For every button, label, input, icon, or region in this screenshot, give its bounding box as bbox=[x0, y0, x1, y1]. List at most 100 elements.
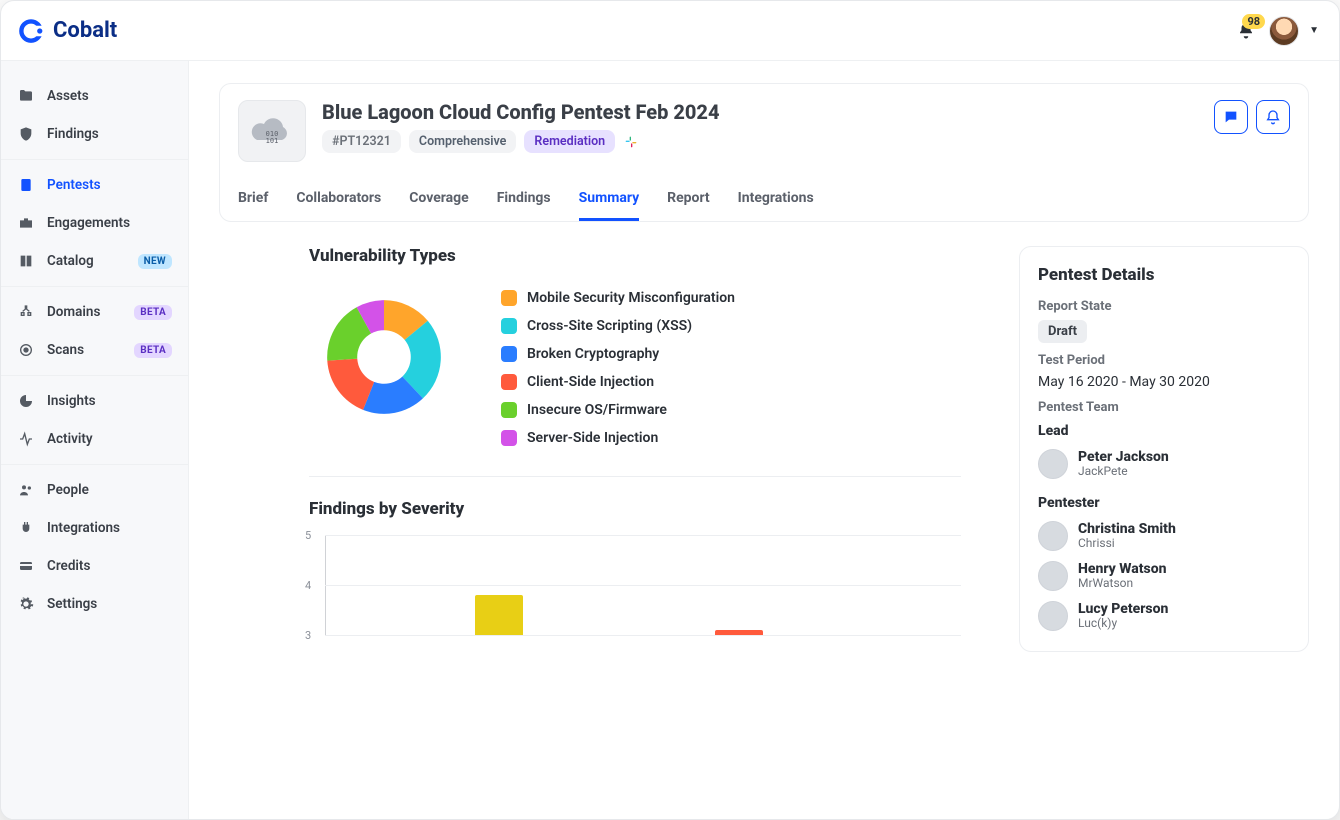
team-lead[interactable]: Peter Jackson JackPete bbox=[1038, 449, 1290, 479]
pentest-tabs: Brief Collaborators Coverage Findings Su… bbox=[238, 180, 1290, 221]
briefcase-icon bbox=[17, 214, 35, 232]
sidebar-item-label: Credits bbox=[47, 558, 90, 574]
label-test-period: Test Period bbox=[1038, 353, 1290, 368]
team-pentester[interactable]: Christina SmithChrissi bbox=[1038, 521, 1290, 551]
tab-coverage[interactable]: Coverage bbox=[409, 180, 468, 221]
user-avatar[interactable] bbox=[1269, 16, 1299, 46]
chevron-down-icon[interactable]: ▼ bbox=[1309, 25, 1319, 36]
gear-icon bbox=[17, 595, 35, 613]
slack-icon[interactable] bbox=[623, 134, 639, 150]
tab-label: Brief bbox=[238, 190, 268, 206]
tag-comprehensive: Comprehensive bbox=[409, 130, 517, 153]
pentest-details-card: Pentest Details Report State Draft Test … bbox=[1019, 246, 1309, 652]
sidebar-item-engagements[interactable]: Engagements bbox=[1, 204, 188, 242]
brand-text: Cobalt bbox=[53, 18, 117, 43]
person-handle: Chrissi bbox=[1078, 537, 1176, 551]
tab-label: Collaborators bbox=[296, 190, 381, 206]
donut-legend: Mobile Security Misconfiguration Cross-Si… bbox=[501, 282, 735, 446]
section-title-vulnerability-types: Vulnerability Types bbox=[309, 246, 961, 266]
sidebar-item-pentests[interactable]: Pentests bbox=[1, 166, 188, 204]
notifications-button[interactable]: 98 bbox=[1237, 22, 1255, 40]
sidebar-item-assets[interactable]: Assets bbox=[1, 77, 188, 115]
pentest-header-card: 010101 Blue Lagoon Cloud Config Pentest … bbox=[219, 83, 1309, 222]
tab-report[interactable]: Report bbox=[667, 180, 710, 221]
badge-beta: BETA bbox=[134, 343, 172, 358]
legend-item: Mobile Security Misconfiguration bbox=[501, 290, 735, 306]
sidebar-item-label: Catalog bbox=[47, 253, 94, 269]
tab-integrations[interactable]: Integrations bbox=[738, 180, 814, 221]
legend-swatch bbox=[501, 374, 517, 390]
sidebar-item-catalog[interactable]: Catalog NEW bbox=[1, 242, 188, 280]
legend-label: Client-Side Injection bbox=[527, 374, 654, 390]
topbar: Cobalt 98 ▼ bbox=[1, 1, 1339, 61]
avatar bbox=[1038, 449, 1068, 479]
person-name: Peter Jackson bbox=[1078, 449, 1169, 465]
sidebar-item-label: Scans bbox=[47, 342, 84, 358]
target-icon bbox=[17, 341, 35, 359]
sidebar-item-people[interactable]: People bbox=[1, 471, 188, 509]
header-actions bbox=[1214, 100, 1290, 134]
bell-icon bbox=[1265, 109, 1281, 125]
tag-remediation: Remediation bbox=[524, 130, 615, 153]
sidebar-item-label: Assets bbox=[47, 88, 89, 104]
tab-summary[interactable]: Summary bbox=[579, 180, 640, 221]
label-report-state: Report State bbox=[1038, 299, 1290, 314]
donut-chart bbox=[309, 282, 459, 432]
legend-item: Cross-Site Scripting (XSS) bbox=[501, 318, 735, 334]
sidebar-item-domains[interactable]: Domains BETA bbox=[1, 293, 188, 331]
report-state-value: Draft bbox=[1038, 320, 1087, 343]
plug-icon bbox=[17, 519, 35, 537]
team-pentester[interactable]: Henry WatsonMrWatson bbox=[1038, 561, 1290, 591]
comments-button[interactable] bbox=[1214, 100, 1248, 134]
folder-icon bbox=[17, 87, 35, 105]
legend-item: Server-Side Injection bbox=[501, 430, 735, 446]
avatar bbox=[1038, 561, 1068, 591]
vulnerability-types-chart: Mobile Security Misconfiguration Cross-Si… bbox=[309, 282, 961, 446]
tab-label: Findings bbox=[497, 190, 551, 206]
tab-brief[interactable]: Brief bbox=[238, 180, 268, 221]
person-handle: JackPete bbox=[1078, 465, 1169, 479]
badge-beta: BETA bbox=[134, 305, 172, 320]
legend-swatch bbox=[501, 346, 517, 362]
pentest-id-tag: #PT12321 bbox=[322, 130, 401, 153]
tab-findings[interactable]: Findings bbox=[497, 180, 551, 221]
sidebar-item-settings[interactable]: Settings bbox=[1, 585, 188, 623]
brand[interactable]: Cobalt bbox=[17, 17, 117, 45]
person-handle: Luc(k)y bbox=[1078, 617, 1168, 631]
layout-body: Assets Findings Pentests Engagements bbox=[1, 61, 1339, 819]
sitemap-icon bbox=[17, 303, 35, 321]
sidebar-item-scans[interactable]: Scans BETA bbox=[1, 331, 188, 369]
team-pentester[interactable]: Lucy PetersonLuc(k)y bbox=[1038, 601, 1290, 631]
sidebar-item-label: Integrations bbox=[47, 520, 120, 536]
sidebar-item-label: Engagements bbox=[47, 215, 130, 231]
tab-label: Integrations bbox=[738, 190, 814, 206]
label-pentest-team: Pentest Team bbox=[1038, 400, 1290, 415]
sidebar-item-label: Pentests bbox=[47, 177, 101, 193]
sidebar-item-integrations[interactable]: Integrations bbox=[1, 509, 188, 547]
sidebar-item-credits[interactable]: Credits bbox=[1, 547, 188, 585]
sidebar-item-label: Insights bbox=[47, 393, 96, 409]
sidebar-item-label: People bbox=[47, 482, 89, 498]
sidebar-item-label: Domains bbox=[47, 304, 100, 320]
svg-text:101: 101 bbox=[266, 137, 279, 145]
y-tick: 3 bbox=[305, 629, 311, 642]
person-name: Christina Smith bbox=[1078, 521, 1176, 537]
sidebar-item-activity[interactable]: Activity bbox=[1, 420, 188, 458]
subscribe-button[interactable] bbox=[1256, 100, 1290, 134]
pentest-cloud-icon: 010101 bbox=[238, 100, 306, 162]
main-content: 010101 Blue Lagoon Cloud Config Pentest … bbox=[189, 61, 1339, 819]
bar bbox=[475, 595, 523, 635]
y-tick: 5 bbox=[305, 529, 311, 542]
avatar bbox=[1038, 521, 1068, 551]
label-lead: Lead bbox=[1038, 423, 1290, 439]
legend-label: Cross-Site Scripting (XSS) bbox=[527, 318, 692, 334]
person-name: Henry Watson bbox=[1078, 561, 1166, 577]
sidebar: Assets Findings Pentests Engagements bbox=[1, 61, 189, 819]
sidebar-item-findings[interactable]: Findings bbox=[1, 115, 188, 153]
legend-label: Broken Cryptography bbox=[527, 346, 659, 362]
tab-collaborators[interactable]: Collaborators bbox=[296, 180, 381, 221]
details-title: Pentest Details bbox=[1038, 265, 1290, 285]
sidebar-item-insights[interactable]: Insights bbox=[1, 382, 188, 420]
bar bbox=[715, 630, 763, 635]
clipboard-icon bbox=[17, 176, 35, 194]
